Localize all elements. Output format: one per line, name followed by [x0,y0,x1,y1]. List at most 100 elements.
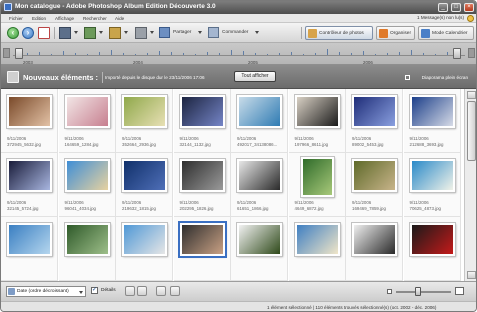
chevron-down-icon[interactable] [99,31,103,34]
timeline-end-handle[interactable] [453,48,461,59]
home-icon[interactable] [38,27,50,39]
menu-view[interactable]: Affichage [55,16,74,21]
photo-thumbnail[interactable] [122,223,167,256]
photo-cell[interactable] [288,217,346,281]
photo-cell[interactable]: 9/11/2006 212688_3693.jpg [403,89,461,153]
details-checkbox[interactable]: ✓ [91,287,98,294]
close-button[interactable]: × [464,3,474,12]
zoom-out-icon[interactable] [387,289,392,294]
create-icon[interactable] [109,27,121,39]
photo-thumbnail[interactable] [294,223,340,256]
menu-help[interactable]: Aide [115,16,124,21]
mode-calendar-button[interactable]: Mode Calendrier [418,26,474,40]
minimize-button[interactable]: _ [438,3,448,12]
photo-thumbnail[interactable] [7,159,52,192]
slideshow-icon[interactable] [405,75,410,80]
chevron-down-icon[interactable] [198,31,202,34]
share-button[interactable]: Partager [173,30,191,35]
image-edit-icon[interactable] [84,27,96,39]
photo-thumbnail[interactable] [294,95,340,128]
photo-thumbnail[interactable] [237,223,282,256]
chevron-down-icon[interactable] [79,291,83,294]
photo-thumbnail[interactable] [122,159,167,192]
rotate-right-icon[interactable] [137,286,147,296]
photo-cell[interactable]: 9/11/2006 32145_5724.jpg [1,153,58,217]
timeline-left-arrow-icon[interactable] [3,48,10,58]
chevron-down-icon[interactable] [74,31,78,34]
menu-edit[interactable]: Edition [32,16,46,21]
show-all-button[interactable]: Tout afficher [234,71,276,82]
photo-cell[interactable]: 9/11/2006 4649_6872.jpg [288,153,346,217]
photo-thumbnail[interactable] [7,223,52,256]
photo-thumbnail[interactable] [179,95,225,128]
photo-cell[interactable]: 9/11/2006 372945_5632.jpg [1,89,58,153]
photo-thumbnail[interactable] [179,159,225,192]
zoom-slider-handle[interactable] [415,287,421,296]
photo-thumbnail[interactable] [64,159,110,192]
timeline-track[interactable]: 2003 2004 2005 2006 [13,46,465,65]
photo-cell[interactable] [173,217,231,281]
sort-order-select[interactable]: Date (ordre décroissant) [6,286,86,297]
photo-thumbnail[interactable] [64,223,110,256]
scroll-down-icon[interactable] [467,271,476,279]
photo-cell[interactable]: 9/11/2006 61651_1866.jpg [231,153,288,217]
forward-button[interactable]: › [22,27,34,39]
grid-scrollbar[interactable] [464,89,476,281]
chevron-down-icon[interactable] [124,31,128,34]
photo-thumbnail[interactable] [122,95,167,128]
photo-thumbnail[interactable] [409,159,455,192]
timeline[interactable]: 2003 2004 2005 2006 [1,43,476,65]
order-icon[interactable] [208,27,219,38]
photo-cell[interactable] [116,217,173,281]
photo-cell[interactable] [403,217,461,281]
photo-thumbnail[interactable] [409,223,455,256]
maximize-button[interactable]: □ [451,3,461,12]
photo-thumbnail[interactable] [352,159,397,192]
rotate-left-icon[interactable] [125,286,135,296]
photo-cell[interactable] [58,217,116,281]
photo-cell[interactable] [346,217,403,281]
photo-thumbnail[interactable] [352,95,397,128]
scroll-thumb[interactable] [467,101,476,161]
photo-thumbnail[interactable] [179,223,225,256]
back-button[interactable]: ‹ [7,27,19,39]
photo-cell[interactable]: 9/11/2006 164659_1284.jpg [58,89,116,153]
photo-thumbnail[interactable] [7,95,52,128]
photo-thumbnail[interactable] [237,95,282,128]
properties-icon[interactable] [170,286,180,296]
photo-cell[interactable]: 9/11/2006 32144_1132.jpg [173,89,231,153]
print-icon[interactable] [135,27,147,39]
photo-cell[interactable]: 9/11/2006 169469_7859.jpg [346,153,403,217]
photo-thumbnail[interactable] [352,223,397,256]
menu-file[interactable]: Fichier [9,16,23,21]
photo-cell[interactable]: 9/11/2006 96041_4034.jpg [58,153,116,217]
camera-import-icon[interactable] [59,27,71,39]
zoom-slider[interactable] [396,291,451,293]
zoom-in-icon[interactable] [455,287,464,295]
photo-thumbnail[interactable] [409,95,455,128]
timeline-start-handle[interactable] [15,48,23,59]
photo-cell[interactable]: 9/11/2006 219632_1815.jpg [116,153,173,217]
share-icon[interactable] [159,27,170,38]
mode-organize-button[interactable]: Organiser [376,26,415,40]
photo-cell[interactable]: 9/11/2006 89002_5453.jpg [346,89,403,153]
chevron-down-icon[interactable] [150,31,154,34]
photo-grid[interactable]: 9/11/2006 372945_5632.jpg 9/11/2006 164659_… [1,89,464,281]
unread-messages-label[interactable]: 1 Message(s) non lu(s) [417,15,464,20]
photo-cell[interactable]: 9/11/2006 197966_8611.jpg [288,89,346,153]
photo-thumbnail[interactable] [64,95,110,128]
message-icon[interactable] [467,15,474,22]
chevron-down-icon[interactable] [255,31,259,34]
photo-cell[interactable]: 9/11/2006 70625_4873.jpg [403,153,461,217]
menu-search[interactable]: Rechercher [83,16,107,21]
photo-cell[interactable]: 9/11/2006 202295_1826.jpg [173,153,231,217]
delete-icon[interactable] [156,286,166,296]
mode-photo-browser-button[interactable]: Contrôleur de photos [305,26,373,40]
photo-cell[interactable] [1,217,58,281]
fullscreen-slideshow-link[interactable]: Diaporama plein écran [422,75,468,80]
photo-cell[interactable]: 9/11/2006 352664_2936.jpg [116,89,173,153]
scroll-up-icon[interactable] [467,91,476,99]
photo-thumbnail[interactable] [300,157,334,197]
photo-cell[interactable]: 9/11/2006 492017_34138086... [231,89,288,153]
order-button[interactable]: Commander [222,30,248,35]
